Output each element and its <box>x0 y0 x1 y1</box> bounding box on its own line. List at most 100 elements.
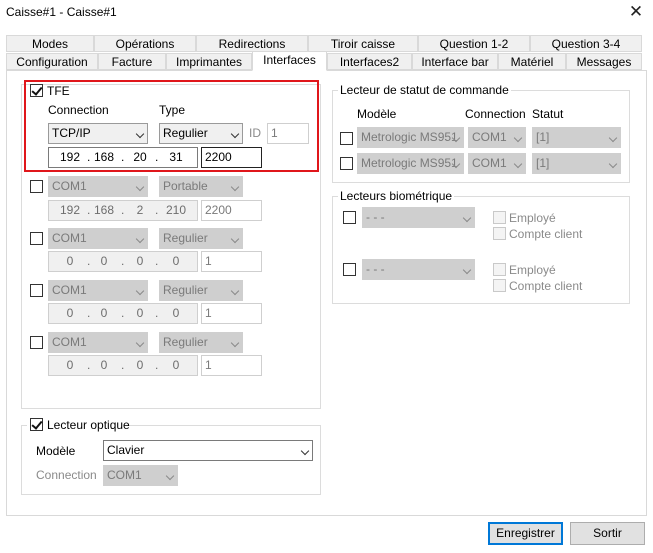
biometric-row-1-client-label: Compte client <box>509 227 583 241</box>
biometric-model-value: - - - <box>366 210 385 224</box>
chevron-down-icon <box>135 182 145 192</box>
tab-operations[interactable]: Opérations <box>94 35 196 52</box>
optical-connection-select[interactable]: COM1 <box>103 465 178 486</box>
device-2-type-select[interactable]: Regulier <box>159 228 243 249</box>
ip-octet: 0 <box>100 358 108 372</box>
device-2-port-field[interactable]: 1 <box>201 251 262 272</box>
chevron-down-icon <box>135 234 145 244</box>
tab-question-1-2[interactable]: Question 1-2 <box>418 35 530 52</box>
device-3-connection-select[interactable]: COM1 <box>48 280 148 301</box>
biometric-row-2-client-checkbox[interactable] <box>493 279 506 292</box>
status-row-1-connection-select[interactable]: COM1 <box>468 127 526 148</box>
biometric-row-1-employee-label: Employé <box>509 211 556 225</box>
tab-interfaces[interactable]: Interfaces <box>252 51 327 71</box>
device-3-ip-field[interactable]: 0 . 0 . 0 . 0 <box>48 303 198 324</box>
ip-octet: 0 <box>66 254 74 268</box>
tab-modes[interactable]: Modes <box>6 35 94 52</box>
status-connection-value: COM1 <box>472 130 507 144</box>
device-3-checkbox[interactable] <box>30 284 43 297</box>
status-row-2-connection-select[interactable]: COM1 <box>468 153 526 174</box>
tab-interface-bar[interactable]: Interface bar <box>412 53 498 70</box>
status-connection-value: COM1 <box>472 156 507 170</box>
ip-dot: . <box>121 306 125 320</box>
ip-octet: 2 <box>136 203 144 217</box>
status-reader-title: Lecteur de statut de commande <box>338 83 511 97</box>
status-row-2-model-select[interactable]: Metrologic MS951 <box>357 153 464 174</box>
chevron-down-icon <box>462 213 472 223</box>
optical-model-select[interactable]: Clavier <box>103 440 313 461</box>
biometric-row-1-client-checkbox[interactable] <box>493 227 506 240</box>
biometric-row-1-checkbox[interactable] <box>343 211 356 224</box>
ip-octet: 210 <box>165 203 187 217</box>
biometric-row-2-checkbox[interactable] <box>343 263 356 276</box>
optical-model-label: Modèle <box>36 444 76 458</box>
status-row-1-checkbox[interactable] <box>340 132 353 145</box>
device-1-ip-field[interactable]: 192 . 168 . 2 . 210 <box>48 200 198 221</box>
tab-imprimantes[interactable]: Imprimantes <box>166 53 252 70</box>
tab-facture[interactable]: Facture <box>98 53 166 70</box>
chevron-down-icon <box>165 471 175 481</box>
device-1-checkbox[interactable] <box>30 180 43 193</box>
tab-redirections[interactable]: Redirections <box>196 35 308 52</box>
ip-octet: 168 <box>93 203 115 217</box>
ip-dot: . <box>155 203 159 217</box>
save-button[interactable]: Enregistrer <box>488 522 563 545</box>
device-4-connection-select[interactable]: COM1 <box>48 332 148 353</box>
device-connection-value: COM1 <box>52 283 87 297</box>
chevron-down-icon <box>513 159 523 169</box>
status-row-1-status-select[interactable]: [1] <box>532 127 621 148</box>
device-2-ip-field[interactable]: 0 . 0 . 0 . 0 <box>48 251 198 272</box>
device-1-port-field[interactable]: 2200 <box>201 200 262 221</box>
chevron-down-icon <box>135 286 145 296</box>
device-4-checkbox[interactable] <box>30 336 43 349</box>
ip-octet: 0 <box>136 254 144 268</box>
optical-reader-label: Lecteur optique <box>47 418 130 432</box>
biometric-row-2-employee-checkbox[interactable] <box>493 263 506 276</box>
device-3-port-field[interactable]: 1 <box>201 303 262 324</box>
ip-octet: 0 <box>172 358 180 372</box>
device-1-type-select[interactable]: Portable <box>159 176 243 197</box>
ip-dot: . <box>155 358 159 372</box>
device-2-checkbox[interactable] <box>30 232 43 245</box>
chevron-down-icon <box>230 286 240 296</box>
device-type-value: Portable <box>163 179 208 193</box>
tab-messages[interactable]: Messages <box>566 53 642 70</box>
tab-tiroir-caisse[interactable]: Tiroir caisse <box>308 35 418 52</box>
device-type-value: Regulier <box>163 283 208 297</box>
chevron-down-icon <box>608 133 618 143</box>
device-4-type-select[interactable]: Regulier <box>159 332 243 353</box>
chevron-down-icon <box>300 446 310 456</box>
device-4-port-field[interactable]: 1 <box>201 355 262 376</box>
chevron-down-icon <box>608 159 618 169</box>
highlight-box <box>24 80 319 172</box>
ip-dot: . <box>121 254 125 268</box>
chevron-down-icon <box>135 338 145 348</box>
chevron-down-icon <box>230 182 240 192</box>
device-3-type-select[interactable]: Regulier <box>159 280 243 301</box>
device-connection-value: COM1 <box>52 231 87 245</box>
optical-connection-label: Connection <box>36 468 97 482</box>
tab-question-3-4[interactable]: Question 3-4 <box>530 35 642 52</box>
ip-octet: 0 <box>172 254 180 268</box>
optical-reader-checkbox[interactable] <box>30 418 43 431</box>
biometric-title: Lecteurs biométrique <box>338 189 455 203</box>
ip-dot: . <box>155 306 159 320</box>
biometric-row-2-select[interactable]: - - - <box>362 259 475 280</box>
chevron-down-icon <box>462 265 472 275</box>
tab-materiel[interactable]: Matériel <box>498 53 566 70</box>
tab-configuration[interactable]: Configuration <box>6 53 98 70</box>
device-1-connection-select[interactable]: COM1 <box>48 176 148 197</box>
close-icon[interactable]: ✕ <box>627 2 645 22</box>
biometric-row-1-select[interactable]: - - - <box>362 207 475 228</box>
device-2-connection-select[interactable]: COM1 <box>48 228 148 249</box>
ip-dot: . <box>121 358 125 372</box>
status-row-2-checkbox[interactable] <box>340 157 353 170</box>
status-row-1-model-select[interactable]: Metrologic MS951 <box>357 127 464 148</box>
status-row-2-status-select[interactable]: [1] <box>532 153 621 174</box>
biometric-row-2-client-label: Compte client <box>509 279 583 293</box>
status-model-header: Modèle <box>357 107 397 121</box>
exit-button[interactable]: Sortir <box>570 522 645 545</box>
device-4-ip-field[interactable]: 0 . 0 . 0 . 0 <box>48 355 198 376</box>
biometric-row-1-employee-checkbox[interactable] <box>493 211 506 224</box>
tab-interfaces2[interactable]: Interfaces2 <box>327 53 412 70</box>
